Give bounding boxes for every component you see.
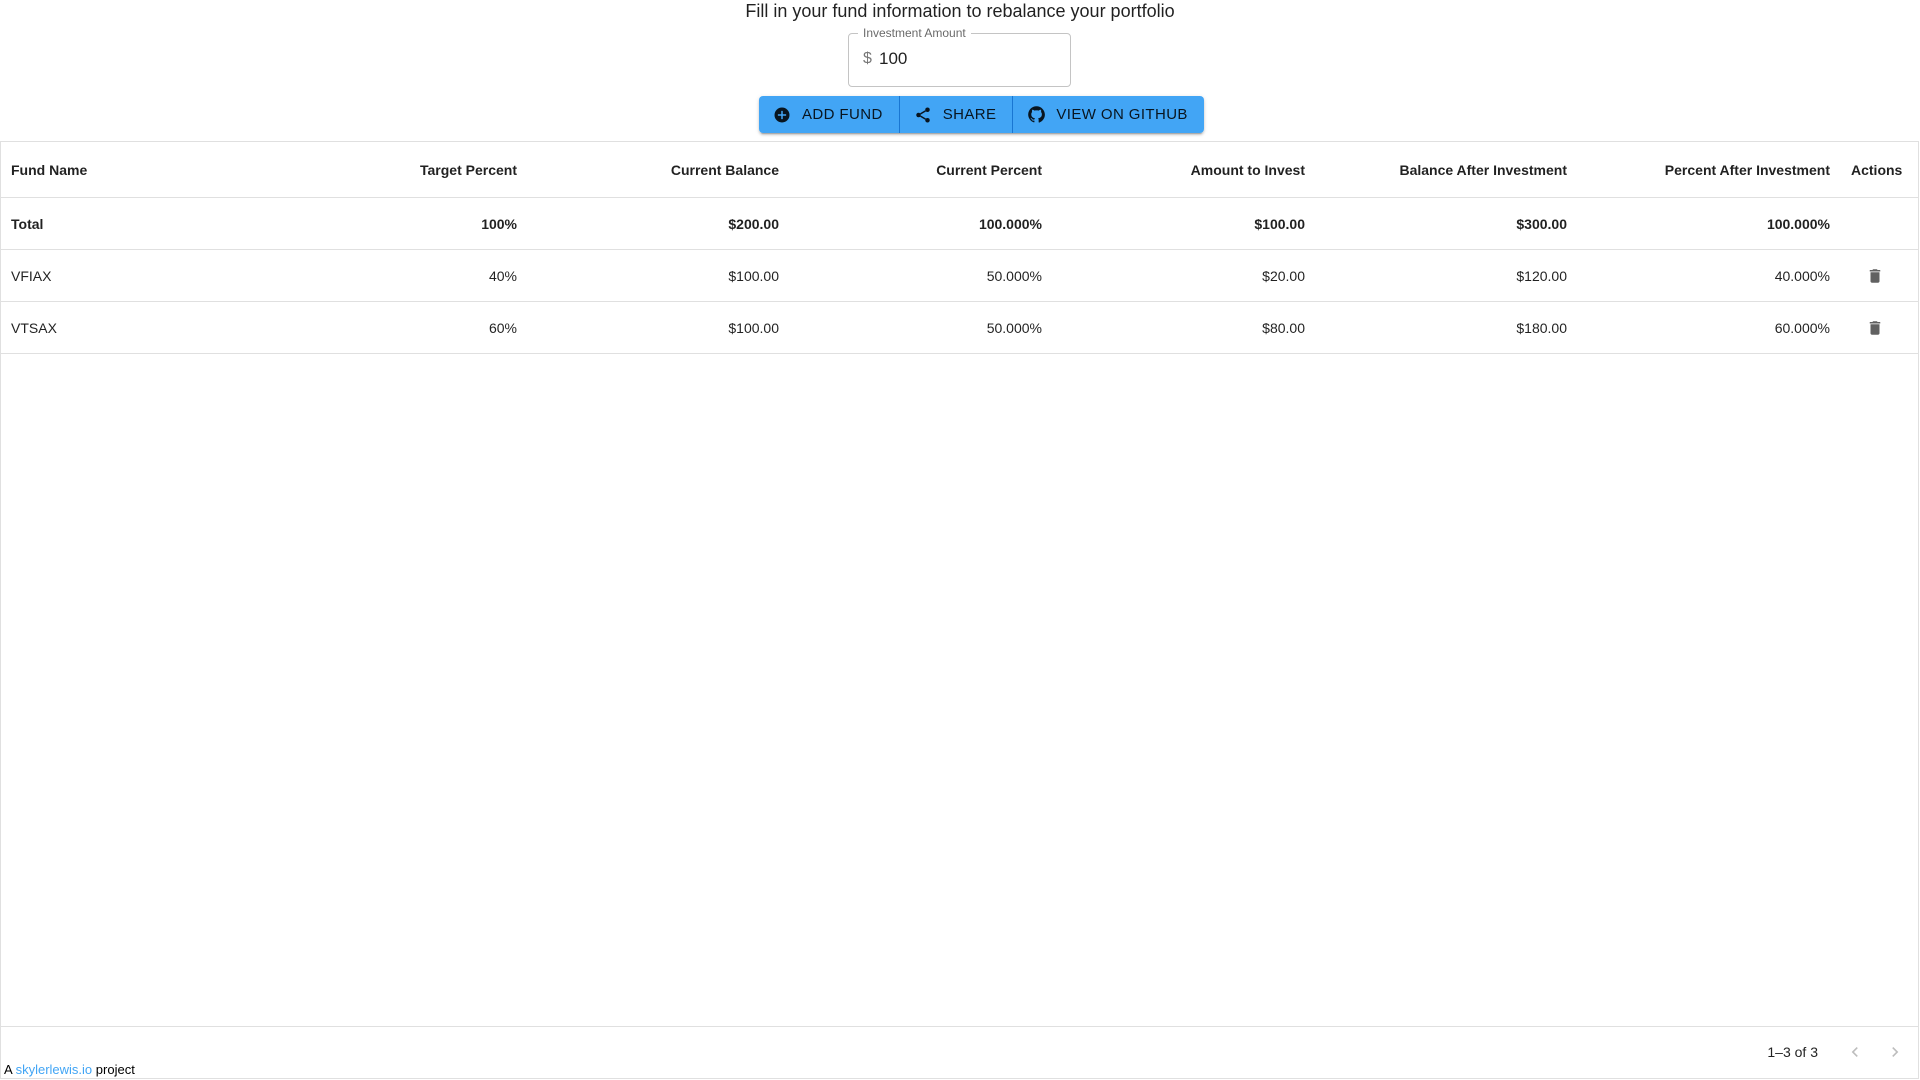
percent-after-cell: 60.000% <box>1774 319 1830 336</box>
actions-cell <box>1830 302 1920 353</box>
table-row[interactable]: VFIAX 40% $100.00 50.000% $20.00 $120.00… <box>1 250 1918 302</box>
previous-page-button[interactable] <box>1842 1039 1868 1065</box>
chevron-left-icon <box>1851 1047 1858 1057</box>
page-title: Fill in your fund information to rebalan… <box>745 1 1175 21</box>
add-circle-icon <box>772 105 792 125</box>
fund-name-cell[interactable]: VFIAX <box>11 250 261 301</box>
column-header-fund-name[interactable]: Fund Name <box>11 142 261 197</box>
column-header-current-percent[interactable]: Current Percent <box>779 142 1042 197</box>
funds-table: Fund Name Target Percent Current Balance… <box>0 141 1919 1079</box>
view-on-github-label: VIEW ON GITHUB <box>1056 106 1188 123</box>
total-current-percent-cell: 100.000% <box>978 215 1042 232</box>
table-footer: 1–3 of 3 <box>1 1026 1918 1078</box>
action-button-group: ADD FUND SHARE VIEW ON GITHUB <box>759 96 1204 133</box>
site-credit: A skylerlewis.io project <box>4 1062 135 1078</box>
share-button[interactable]: SHARE <box>899 96 1014 133</box>
total-amount-to-invest-cell: $100.00 <box>1254 215 1305 232</box>
share-label: SHARE <box>942 106 997 123</box>
add-fund-button[interactable]: ADD FUND <box>759 96 900 133</box>
target-percent-cell[interactable]: 60% <box>261 302 517 353</box>
percent-after-cell: 40.000% <box>1774 267 1830 284</box>
current-percent-cell: 50.000% <box>986 319 1042 336</box>
add-fund-label: ADD FUND <box>802 106 883 123</box>
page: Fill in your fund information to rebalan… <box>0 0 1920 1080</box>
column-header-current-balance[interactable]: Current Balance <box>517 142 779 197</box>
column-header-target-percent[interactable]: Target Percent <box>261 142 517 197</box>
share-icon <box>913 105 933 125</box>
total-percent-after-cell: 100.000% <box>1766 215 1830 232</box>
column-header-percent-after[interactable]: Percent After Investment <box>1567 142 1830 197</box>
amount-to-invest-cell: $20.00 <box>1262 267 1305 284</box>
trash-icon <box>1869 320 1881 335</box>
delete-fund-button[interactable] <box>1860 313 1890 343</box>
currency-adornment: $ <box>863 50 872 67</box>
actions-cell <box>1830 250 1920 301</box>
table-row[interactable]: VTSAX 60% $100.00 50.000% $80.00 $180.00… <box>1 302 1918 354</box>
balance-after-cell: $180.00 <box>1516 319 1567 336</box>
trash-icon <box>1869 268 1881 283</box>
target-percent-cell[interactable]: 40% <box>261 250 517 301</box>
current-percent-cell: 50.000% <box>986 267 1042 284</box>
current-balance-cell[interactable]: $100.00 <box>517 302 779 353</box>
investment-amount-input[interactable] <box>879 46 1059 72</box>
total-name-cell: Total <box>11 215 44 232</box>
column-header-balance-after[interactable]: Balance After Investment <box>1305 142 1567 197</box>
credit-prefix: A <box>4 1062 12 1077</box>
github-icon <box>1026 105 1046 125</box>
investment-amount-label: Investment Amount <box>858 25 971 41</box>
next-page-button[interactable] <box>1882 1039 1908 1065</box>
amount-to-invest-cell: $80.00 <box>1262 319 1305 336</box>
fund-name-cell[interactable]: VTSAX <box>11 302 261 353</box>
credit-suffix: project <box>95 1062 135 1077</box>
total-target-percent-cell: 100% <box>481 215 517 232</box>
current-balance-cell[interactable]: $100.00 <box>517 250 779 301</box>
investment-amount-field[interactable]: Investment Amount $ <box>848 25 1071 87</box>
total-row: Total 100% $200.00 100.000% $100.00 $300… <box>1 198 1918 250</box>
total-balance-after-cell: $300.00 <box>1516 215 1567 232</box>
view-on-github-button[interactable]: VIEW ON GITHUB <box>1013 96 1204 133</box>
pagination-status: 1–3 of 3 <box>1767 1044 1818 1060</box>
column-header-amount-to-invest[interactable]: Amount to Invest <box>1042 142 1305 197</box>
table-header-row: Fund Name Target Percent Current Balance… <box>1 142 1918 198</box>
column-header-actions: Actions <box>1851 161 1903 178</box>
chevron-right-icon <box>1892 1047 1899 1057</box>
delete-fund-button[interactable] <box>1860 261 1890 291</box>
balance-after-cell: $120.00 <box>1516 267 1567 284</box>
total-current-balance-cell: $200.00 <box>728 215 779 232</box>
skylerlewis-link[interactable]: skylerlewis.io <box>16 1062 93 1077</box>
